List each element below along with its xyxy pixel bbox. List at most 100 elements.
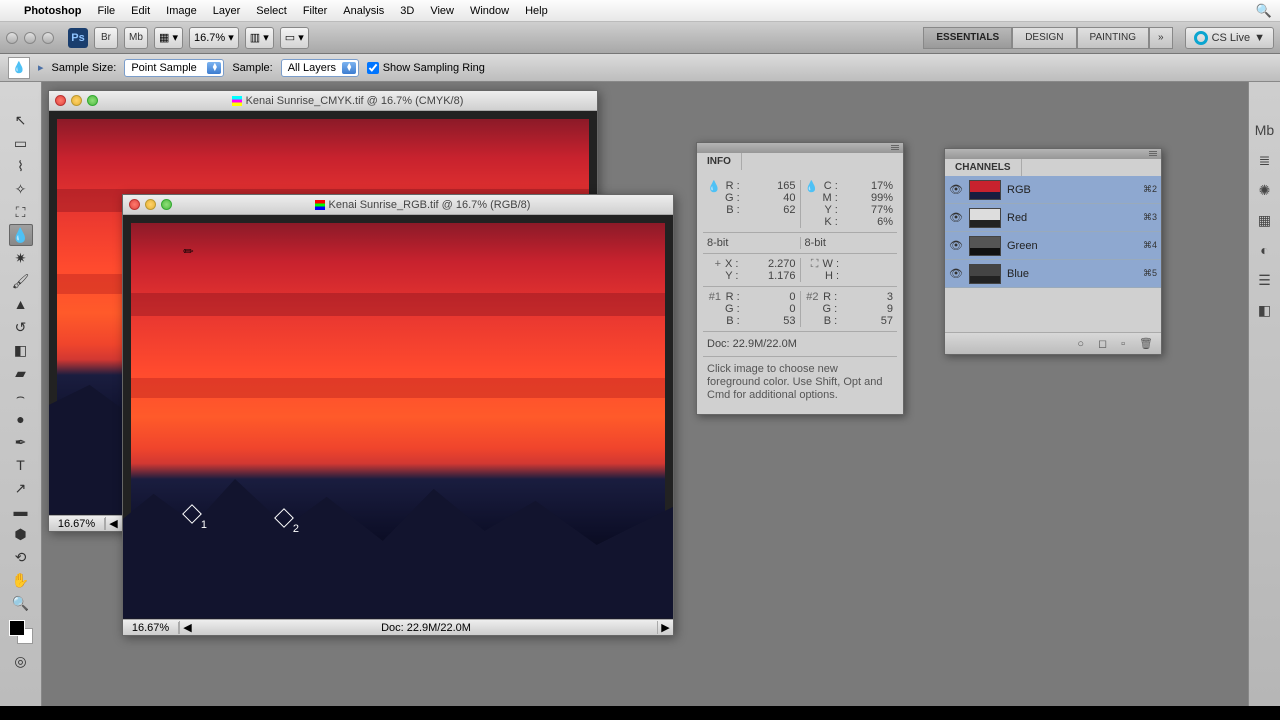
visibility-icon[interactable]: 👁	[949, 183, 963, 196]
menu-layer[interactable]: Layer	[213, 5, 241, 17]
menu-window[interactable]: Window	[470, 5, 509, 17]
close-icon[interactable]	[129, 199, 140, 210]
channel-row[interactable]: 👁Red⌘3	[945, 204, 1161, 232]
pen-tool[interactable]: ✒	[9, 431, 33, 453]
doc-size[interactable]: Doc: 22.9M/22.0M	[195, 622, 657, 634]
zoom-tool[interactable]: 🔍	[9, 592, 33, 614]
lasso-tool[interactable]: ⌇	[9, 155, 33, 177]
mode-swatch-icon	[232, 96, 242, 106]
workspace-design[interactable]: DESIGN	[1012, 27, 1076, 49]
info-tab[interactable]: INFO	[697, 153, 742, 170]
layers-panel-icon[interactable]: ☰	[1253, 268, 1277, 292]
color-sampler-2[interactable]: 2	[277, 511, 293, 527]
brush-tool[interactable]: 🖌	[9, 270, 33, 292]
dodge-tool[interactable]: ●	[9, 408, 33, 430]
menu-file[interactable]: File	[97, 5, 115, 17]
channels-panel[interactable]: CHANNELS 👁RGB⌘2👁Red⌘3👁Green⌘4👁Blue⌘5 ○ ◻…	[944, 148, 1162, 355]
panel-grip[interactable]	[945, 149, 1161, 159]
eyedropper-tool[interactable]: 💧	[9, 224, 33, 246]
menu-select[interactable]: Select	[256, 5, 287, 17]
panel-grip[interactable]	[697, 143, 903, 153]
info-panel[interactable]: INFO 💧 R :G :B : 1654062 💧 C :M :Y :K : …	[696, 142, 904, 415]
zoom-level-dropdown[interactable]: 16.7% ▾	[189, 27, 239, 49]
menu-help[interactable]: Help	[525, 5, 548, 17]
window-controls[interactable]	[6, 32, 54, 44]
marquee-tool[interactable]: ▭	[9, 132, 33, 154]
sample-dropdown[interactable]: All Layers▲▼	[281, 59, 359, 77]
zoom-icon[interactable]	[87, 95, 98, 106]
blur-tool[interactable]: ⌢	[9, 385, 33, 407]
crop-tool[interactable]: ⛶	[9, 201, 33, 223]
spotlight-icon[interactable]: 🔍	[1256, 3, 1272, 19]
eyedropper-icon: 💧	[707, 180, 721, 228]
screen-mode-dropdown[interactable]: ▭ ▾	[280, 27, 309, 49]
menu-image[interactable]: Image	[166, 5, 197, 17]
eyedropper-icon: 💧	[805, 180, 819, 228]
stamp-tool[interactable]: ▲	[9, 293, 33, 315]
eraser-tool[interactable]: ◧	[9, 339, 33, 361]
move-tool[interactable]: ↖	[9, 109, 33, 131]
visibility-icon[interactable]: 👁	[949, 211, 963, 224]
app-menu[interactable]: Photoshop	[24, 5, 81, 17]
visibility-icon[interactable]: 👁	[949, 239, 963, 252]
history-brush-tool[interactable]: ↺	[9, 316, 33, 338]
zoom-value[interactable]: 16.67%	[123, 622, 179, 634]
healing-tool[interactable]: ✷	[9, 247, 33, 269]
cs-live-button[interactable]: CS Live▼	[1185, 27, 1274, 49]
zoom-value[interactable]: 16.67%	[49, 518, 105, 530]
workspace-painting[interactable]: PAINTING	[1077, 27, 1149, 49]
adjustments-panel-icon[interactable]: ◐	[1253, 238, 1277, 262]
current-tool-icon[interactable]: 💧	[8, 57, 30, 79]
minimize-icon[interactable]	[71, 95, 82, 106]
save-selection-icon[interactable]: ◻	[1098, 337, 1107, 350]
sample-size-dropdown[interactable]: Point Sample▲▼	[124, 59, 224, 77]
channel-row[interactable]: 👁RGB⌘2	[945, 176, 1161, 204]
visibility-icon[interactable]: 👁	[949, 267, 963, 280]
history-panel-icon[interactable]: ≣	[1253, 148, 1277, 172]
zoom-icon[interactable]	[161, 199, 172, 210]
menu-3d[interactable]: 3D	[400, 5, 414, 17]
channels-tab[interactable]: CHANNELS	[945, 159, 1022, 176]
channel-shortcut: ⌘3	[1143, 212, 1157, 223]
color-sampler-1[interactable]: 1	[185, 507, 201, 523]
color-swatches[interactable]	[9, 620, 33, 644]
letterbox-bottom	[0, 706, 1280, 720]
quickmask-button[interactable]: ◎	[9, 650, 33, 672]
menu-filter[interactable]: Filter	[303, 5, 327, 17]
minibridge-button[interactable]: Mb	[124, 27, 148, 49]
bridge-button[interactable]: Br	[94, 27, 118, 49]
path-tool[interactable]: ↗	[9, 477, 33, 499]
titlebar-rgb[interactable]: Kenai Sunrise_RGB.tif @ 16.7% (RGB/8)	[123, 195, 673, 215]
titlebar-cmyk[interactable]: Kenai Sunrise_CMYK.tif @ 16.7% (CMYK/8)	[49, 91, 597, 111]
swatches-panel-icon[interactable]: ▦	[1253, 208, 1277, 232]
hand-tool[interactable]: ✋	[9, 569, 33, 591]
styles-panel-icon[interactable]: ◧	[1253, 298, 1277, 322]
minimize-icon[interactable]	[145, 199, 156, 210]
3d-tool[interactable]: ⬢	[9, 523, 33, 545]
statusbar-more-icon[interactable]: ▶	[657, 621, 673, 634]
show-sampling-ring-checkbox[interactable]: Show Sampling Ring	[367, 62, 485, 74]
gradient-tool[interactable]: ▰	[9, 362, 33, 384]
document-window-rgb[interactable]: Kenai Sunrise_RGB.tif @ 16.7% (RGB/8) ✎ …	[122, 194, 674, 636]
shape-tool[interactable]: ▬	[9, 500, 33, 522]
channel-row[interactable]: 👁Green⌘4	[945, 232, 1161, 260]
menu-view[interactable]: View	[430, 5, 454, 17]
canvas-rgb[interactable]: ✎ 1 2	[123, 215, 673, 619]
arrange-docs-dropdown[interactable]: ▥ ▾	[245, 27, 274, 49]
color-panel-icon[interactable]: ✺	[1253, 178, 1277, 202]
view-extras-dropdown[interactable]: ▦ ▾	[154, 27, 183, 49]
workspace-essentials[interactable]: ESSENTIALS	[923, 27, 1012, 49]
new-channel-icon[interactable]: ▫	[1121, 338, 1125, 350]
wand-tool[interactable]: ✧	[9, 178, 33, 200]
channel-row[interactable]: 👁Blue⌘5	[945, 260, 1161, 288]
3d-camera-tool[interactable]: ⟲	[9, 546, 33, 568]
close-icon[interactable]	[55, 95, 66, 106]
workspace-more-icon[interactable]: »	[1149, 27, 1173, 49]
type-tool[interactable]: T	[9, 454, 33, 476]
delete-channel-icon[interactable]: 🗑	[1139, 337, 1153, 350]
workspace-area: ↖ ▭ ⌇ ✧ ⛶ 💧 ✷ 🖌 ▲ ↺ ◧ ▰ ⌢ ● ✒ T ↗ ▬ ⬢ ⟲ …	[0, 82, 1280, 706]
menu-analysis[interactable]: Analysis	[343, 5, 384, 17]
load-selection-icon[interactable]: ○	[1077, 338, 1084, 350]
menu-edit[interactable]: Edit	[131, 5, 150, 17]
minibridge-icon[interactable]: Mb	[1253, 118, 1277, 142]
